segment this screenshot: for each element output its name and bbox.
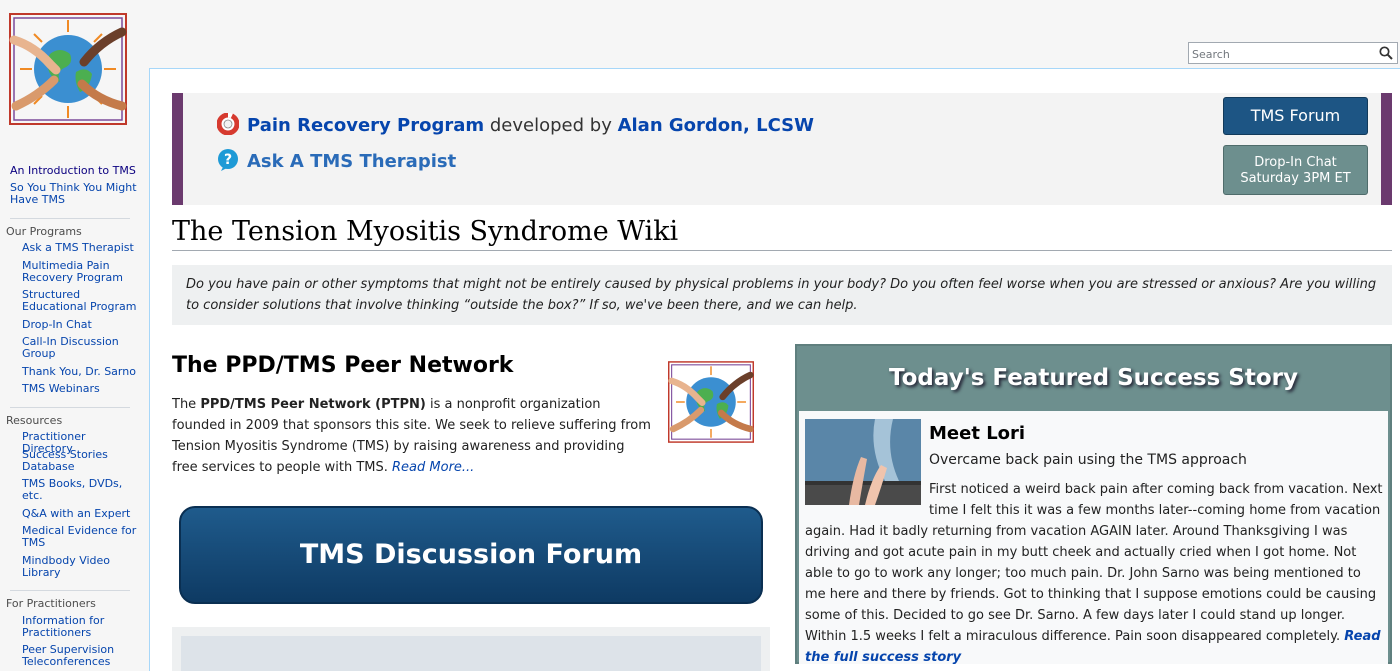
search-icon[interactable] bbox=[1379, 46, 1393, 60]
drop-in-chat-button[interactable]: Drop-In Chat Saturday 3PM ET bbox=[1223, 145, 1368, 195]
sidebar-heading-practitioners: For Practitioners bbox=[6, 597, 96, 610]
therapist-line: ? Ask A TMS Therapist bbox=[217, 149, 456, 172]
chat-button-label: Drop-In Chat bbox=[1254, 155, 1337, 170]
network-description: The PPD/TMS Peer Network (PTPN) is a non… bbox=[172, 394, 652, 478]
life-ring-icon bbox=[217, 113, 239, 135]
sidebar-item-video-library[interactable]: Mindbody Video Library bbox=[22, 555, 138, 579]
sidebar: An Introduction to TMS So You Think You … bbox=[0, 0, 150, 671]
story-person-name: Meet Lori bbox=[929, 423, 1026, 444]
photo-spacer bbox=[805, 479, 929, 513]
network-name: PPD/TMS Peer Network (PTPN) bbox=[200, 397, 426, 412]
tms-forum-button[interactable]: TMS Forum bbox=[1223, 97, 1368, 135]
sidebar-divider bbox=[10, 218, 130, 219]
story-text: First noticed a weird back pain after co… bbox=[805, 479, 1383, 668]
sidebar-heading-resources: Resources bbox=[6, 414, 63, 427]
discussion-forum-banner[interactable]: TMS Discussion Forum bbox=[179, 506, 763, 604]
read-more-link[interactable]: Read More... bbox=[392, 460, 474, 475]
sidebar-item-qa-expert[interactable]: Q&A with an Expert bbox=[22, 508, 138, 520]
sidebar-item-success-stories[interactable]: Success Stories Database bbox=[22, 449, 138, 473]
sidebar-heading-programs: Our Programs bbox=[6, 225, 82, 238]
page-title: The Tension Myositis Syndrome Wiki bbox=[172, 216, 679, 247]
program-banner: Pain Recovery Program developed by Alan … bbox=[172, 93, 1392, 205]
sidebar-item-webinars[interactable]: TMS Webinars bbox=[22, 383, 138, 395]
network-heading: The PPD/TMS Peer Network bbox=[172, 353, 514, 378]
lower-panel-inner bbox=[181, 636, 761, 671]
sidebar-item-structured-program[interactable]: Structured Educational Program bbox=[22, 289, 138, 313]
sidebar-item-drop-in-chat[interactable]: Drop-In Chat bbox=[22, 319, 138, 331]
title-divider bbox=[172, 250, 1392, 251]
svg-text:?: ? bbox=[224, 152, 232, 168]
page: An Introduction to TMS So You Think You … bbox=[0, 0, 1400, 671]
sidebar-item-medical-evidence[interactable]: Medical Evidence for TMS bbox=[22, 525, 138, 549]
program-line: Pain Recovery Program developed by Alan … bbox=[217, 113, 814, 136]
sidebar-item-call-in-group[interactable]: Call-In Discussion Group bbox=[22, 336, 138, 360]
search-box bbox=[1188, 42, 1398, 65]
chat-button-time: Saturday 3PM ET bbox=[1240, 171, 1351, 186]
sidebar-item-books-dvds[interactable]: TMS Books, DVDs, etc. bbox=[22, 478, 138, 502]
ask-therapist-link[interactable]: Ask A TMS Therapist bbox=[247, 151, 456, 172]
search-input[interactable] bbox=[1189, 44, 1369, 65]
developed-by-text: developed by bbox=[489, 115, 612, 136]
main-content: Pain Recovery Program developed by Alan … bbox=[149, 68, 1400, 671]
ptpn-small-logo[interactable] bbox=[665, 359, 757, 445]
lower-panel bbox=[172, 627, 770, 671]
alan-gordon-link[interactable]: Alan Gordon, LCSW bbox=[618, 115, 814, 136]
featured-story-body: Meet Lori Overcame back pain using the T… bbox=[799, 411, 1388, 665]
sidebar-divider bbox=[10, 590, 130, 591]
pain-recovery-program-link[interactable]: Pain Recovery Program bbox=[247, 115, 484, 136]
sidebar-item-thank-you-sarno[interactable]: Thank You, Dr. Sarno bbox=[22, 366, 138, 378]
story-subtitle: Overcame back pain using the TMS approac… bbox=[929, 452, 1247, 468]
network-text-prefix: The bbox=[172, 397, 201, 412]
sidebar-item-practitioner-info[interactable]: Information for Practitioners bbox=[22, 615, 138, 639]
ptpn-logo[interactable] bbox=[6, 10, 130, 128]
sidebar-divider bbox=[10, 407, 130, 408]
sidebar-item-multimedia-program[interactable]: Multimedia Pain Recovery Program bbox=[22, 260, 138, 284]
sidebar-item-peer-supervision[interactable]: Peer Supervision Teleconferences bbox=[22, 644, 138, 668]
intro-callout: Do you have pain or other symptoms that … bbox=[172, 265, 1392, 325]
question-icon: ? bbox=[218, 149, 238, 171]
featured-story-panel: Today's Featured Success Story Meet Lori… bbox=[795, 344, 1392, 665]
sidebar-link-introduction[interactable]: An Introduction to TMS bbox=[10, 165, 138, 177]
sidebar-item-ask-therapist[interactable]: Ask a TMS Therapist bbox=[22, 242, 138, 254]
featured-story-heading: Today's Featured Success Story bbox=[888, 365, 1298, 391]
sidebar-link-might-have-tms[interactable]: So You Think You Might Have TMS bbox=[10, 182, 138, 206]
